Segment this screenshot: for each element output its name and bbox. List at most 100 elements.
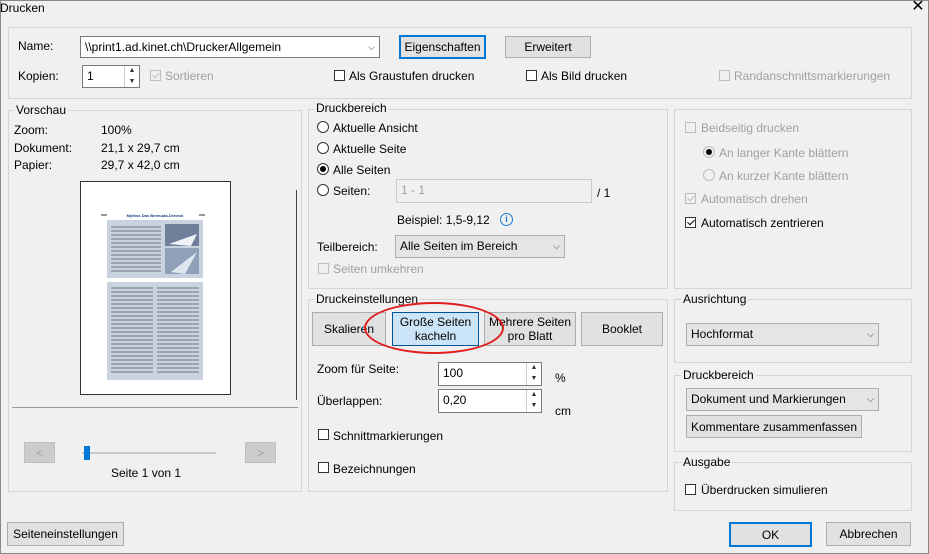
stepper-down-icon[interactable]: ▼ — [527, 401, 541, 412]
as-image-checkbox[interactable] — [526, 70, 537, 81]
auto-rotate-checkbox[interactable] — [685, 193, 696, 204]
multiple-pages-line2: pro Blatt — [507, 329, 553, 343]
subset-select[interactable]: Alle Seiten im Bereich ⌵ — [395, 235, 565, 258]
pages-input[interactable]: 1 - 1 — [396, 179, 592, 203]
labels-checkbox[interactable] — [318, 462, 329, 473]
auto-rotate-label: Automatisch drehen — [701, 192, 808, 206]
orientation-select[interactable]: Hochformat ⌵ — [686, 323, 879, 346]
long-edge-label: An langer Kante blättern — [719, 146, 849, 160]
page-slider-thumb[interactable] — [84, 446, 90, 460]
pages-example: Beispiel: 1,5-9,12 — [397, 213, 490, 227]
stepper-down-icon[interactable]: ▼ — [125, 77, 139, 88]
stepper-up-icon[interactable]: ▲ — [125, 66, 139, 77]
page-status: Seite 1 von 1 — [111, 466, 182, 480]
as-image-label: Als Bild drucken — [541, 69, 628, 83]
page-preview: Mythos Das Bermuda-Dreieck — [80, 181, 231, 395]
advanced-button[interactable]: Erweitert — [505, 36, 591, 58]
copies-stepper[interactable]: ▲ ▼ — [124, 66, 139, 87]
copies-value: 1 — [87, 69, 94, 83]
paper-size-label: Papier: — [14, 158, 53, 172]
info-icon[interactable]: i — [500, 213, 513, 226]
ok-button[interactable]: OK — [729, 522, 812, 547]
tile-zoom-label: Zoom für Seite: — [317, 362, 400, 376]
overlap-stepper[interactable]: ▲ ▼ — [526, 390, 541, 412]
comments-legend: Druckbereich — [681, 368, 756, 382]
highlight-circle — [364, 302, 504, 354]
duplex-checkbox[interactable] — [685, 122, 696, 133]
comments-select-value: Dokument und Markierungen — [691, 392, 846, 406]
summarize-comments-button[interactable]: Kommentare zusammenfassen — [686, 415, 862, 438]
preview-legend: Vorschau — [14, 103, 69, 117]
page-heading: Mythos Das Bermuda-Dreieck — [127, 213, 184, 218]
chevron-down-icon: ⌵ — [368, 42, 375, 52]
auto-center-checkbox[interactable] — [685, 217, 696, 228]
grayscale-label: Als Graustufen drucken — [349, 69, 475, 83]
comments-select[interactable]: Dokument und Markierungen ⌵ — [686, 388, 879, 411]
chevron-down-icon: ⌵ — [867, 394, 874, 404]
overlap-value: 0,20 — [443, 393, 467, 407]
pages-label: Seiten: — [333, 184, 371, 198]
tile-zoom-stepper[interactable]: ▲ ▼ — [526, 363, 541, 385]
grayscale-checkbox[interactable] — [334, 70, 345, 81]
page-thumbnail: Mythos Das Bermuda-Dreieck — [101, 213, 205, 380]
reverse-pages-label: Seiten umkehren — [333, 262, 424, 276]
radio-current-page[interactable] — [317, 142, 329, 154]
printer-select[interactable]: \\print1.ad.kinet.ch\DruckerAllgemein ⌵ — [80, 36, 380, 58]
preview-zoom-label: Zoom: — [14, 123, 49, 137]
cut-marks-checkbox[interactable] — [318, 429, 329, 440]
pages-input-value: 1 - 1 — [401, 183, 426, 197]
prev-page-button[interactable]: < — [24, 442, 55, 463]
paper-size-value: 29,7 x 42,0 cm — [101, 158, 180, 172]
page-slider-track[interactable] — [82, 452, 216, 454]
document-size-value: 21,1 x 29,7 cm — [101, 141, 180, 155]
stepper-up-icon[interactable]: ▲ — [527, 390, 541, 401]
collate-label: Sortieren — [165, 69, 214, 83]
crop-marks-label: Randanschnittsmarkierungen — [734, 69, 891, 83]
overlap-unit: cm — [555, 404, 571, 418]
properties-button[interactable]: Eigenschaften — [399, 35, 486, 59]
current-page-label: Aktuelle Seite — [333, 142, 407, 156]
next-page-button[interactable]: > — [245, 442, 276, 463]
copies-label: Kopien: — [18, 69, 59, 83]
crop-marks-checkbox[interactable] — [719, 70, 730, 81]
orientation-legend: Ausrichtung — [681, 292, 749, 306]
cut-marks-label: Schnittmarkierungen — [333, 429, 444, 443]
current-view-label: Aktuelle Ansicht — [333, 121, 418, 135]
printer-select-value: \\print1.ad.kinet.ch\DruckerAllgemein — [85, 40, 282, 54]
printer-name-label: Name: — [18, 39, 54, 53]
auto-center-label: Automatisch zentrieren — [701, 216, 824, 230]
cancel-button[interactable]: Abbrechen — [826, 522, 911, 546]
tile-zoom-value: 100 — [443, 366, 464, 380]
booklet-button[interactable]: Booklet — [581, 312, 663, 346]
reverse-pages-checkbox[interactable] — [318, 263, 329, 274]
duplex-label: Beidseitig drucken — [701, 121, 800, 135]
radio-all-pages[interactable] — [317, 163, 329, 175]
subset-label: Teilbereich: — [317, 240, 378, 254]
labels-label: Bezeichnungen — [333, 462, 416, 476]
print-range-legend: Druckbereich — [314, 101, 389, 115]
all-pages-label: Alle Seiten — [333, 163, 391, 177]
pages-total: / 1 — [597, 186, 611, 200]
radio-current-view[interactable] — [317, 121, 329, 133]
preview-divider — [12, 407, 298, 408]
short-edge-label: An kurzer Kante blättern — [719, 169, 849, 183]
overprint-checkbox[interactable] — [685, 484, 696, 495]
chevron-down-icon: ⌵ — [867, 329, 874, 339]
chevron-down-icon: ⌵ — [553, 241, 560, 251]
page-setup-button[interactable]: Seiteneinstellungen — [7, 522, 124, 546]
output-legend: Ausgabe — [681, 455, 733, 469]
radio-long-edge[interactable] — [703, 146, 715, 158]
document-size-label: Dokument: — [14, 141, 73, 155]
orientation-select-value: Hochformat — [691, 327, 754, 341]
stepper-up-icon[interactable]: ▲ — [527, 363, 541, 374]
stepper-down-icon[interactable]: ▼ — [527, 374, 541, 385]
close-icon[interactable]: ✕ — [908, 0, 928, 16]
tile-zoom-unit: % — [555, 371, 566, 385]
preview-scrollbar[interactable] — [296, 190, 297, 400]
radio-pages[interactable] — [317, 184, 329, 196]
dialog-title: Drucken — [0, 1, 45, 15]
overprint-label: Überdrucken simulieren — [701, 483, 828, 497]
radio-short-edge[interactable] — [703, 169, 715, 181]
preview-zoom-value: 100% — [101, 123, 132, 137]
collate-checkbox[interactable] — [150, 70, 161, 81]
